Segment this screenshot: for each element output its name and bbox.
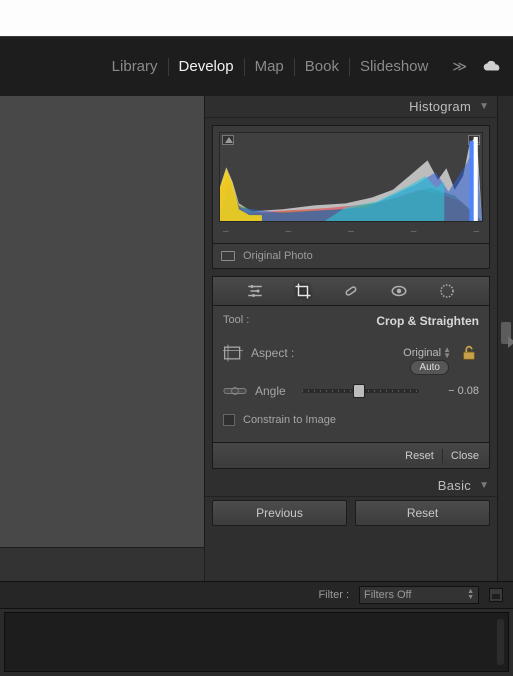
filmstrip[interactable] bbox=[4, 612, 509, 672]
basic-panel-header[interactable]: Basic ▼ bbox=[205, 475, 497, 497]
crop-tool-icon[interactable] bbox=[292, 280, 314, 302]
tool-name: Crop & Straighten bbox=[376, 314, 479, 328]
chevron-updown-icon: ▲▼ bbox=[443, 347, 451, 359]
preview-canvas[interactable] bbox=[0, 96, 205, 547]
cloud-sync-icon[interactable] bbox=[481, 60, 503, 74]
right-column: Histogram ▼ bbox=[205, 96, 513, 581]
panel-scrollbar[interactable] bbox=[497, 96, 513, 581]
heal-tool-icon[interactable] bbox=[340, 280, 362, 302]
module-map[interactable]: Map bbox=[245, 58, 295, 76]
histogram-panel-header[interactable]: Histogram ▼ bbox=[205, 96, 497, 118]
module-slideshow[interactable]: Slideshow bbox=[350, 58, 438, 76]
histogram-region-labels: – – – – – bbox=[219, 222, 483, 243]
angle-slider[interactable] bbox=[302, 389, 419, 393]
collapse-icon: ▼ bbox=[479, 480, 489, 491]
aspect-icon[interactable] bbox=[223, 344, 243, 362]
tick: – bbox=[411, 226, 417, 237]
panel-expand-arrow-icon[interactable] bbox=[508, 336, 513, 348]
histogram-title: Histogram bbox=[409, 99, 471, 114]
slider-thumb[interactable] bbox=[353, 384, 365, 398]
module-overflow-icon[interactable]: ≫ bbox=[448, 58, 471, 75]
histogram-panel: – – – – – bbox=[212, 125, 490, 244]
histogram-graph[interactable] bbox=[219, 132, 483, 222]
angle-value[interactable]: − 0.08 bbox=[435, 385, 479, 397]
tool-footer: Reset Close bbox=[212, 443, 490, 469]
module-library[interactable]: Library bbox=[102, 58, 169, 76]
constrain-row[interactable]: Constrain to Image bbox=[223, 414, 479, 426]
angle-label: Angle bbox=[255, 384, 286, 398]
tool-strip bbox=[212, 276, 490, 306]
constrain-checkbox[interactable] bbox=[223, 414, 235, 426]
tool-label: Tool : bbox=[223, 314, 249, 328]
angle-row: Auto Angle − 0.08 bbox=[223, 378, 479, 404]
tick: – bbox=[286, 226, 292, 237]
chevron-updown-icon: ▲▼ bbox=[467, 589, 474, 601]
previous-button[interactable]: Previous bbox=[212, 500, 347, 526]
module-develop[interactable]: Develop bbox=[169, 58, 245, 76]
histogram-svg bbox=[220, 133, 482, 221]
collapse-icon: ▼ bbox=[479, 101, 489, 112]
toolbar-strip-left bbox=[0, 547, 205, 581]
left-column bbox=[0, 96, 205, 581]
main-area: Histogram ▼ bbox=[0, 96, 513, 581]
tick: – bbox=[223, 226, 229, 237]
mask-tool-icon[interactable] bbox=[436, 280, 458, 302]
aspect-label: Aspect : bbox=[251, 346, 294, 360]
module-picker-bar: Library Develop Map Book Slideshow ≫ bbox=[0, 36, 513, 96]
window-top-strip bbox=[0, 0, 513, 36]
filter-bar: Filter : Filters Off ▲▼ bbox=[0, 581, 513, 609]
filter-toggle-switch[interactable] bbox=[489, 588, 503, 602]
tick: – bbox=[348, 226, 354, 237]
previous-reset-row: Previous Reset bbox=[212, 500, 490, 526]
crop-tool-panel: Tool : Crop & Straighten Aspect : Origin… bbox=[212, 306, 490, 443]
tick: – bbox=[473, 226, 479, 237]
redeye-tool-icon[interactable] bbox=[388, 280, 410, 302]
edit-tool-icon[interactable] bbox=[244, 280, 266, 302]
basic-title: Basic bbox=[438, 478, 471, 493]
level-icon[interactable] bbox=[223, 384, 247, 398]
auto-button[interactable]: Auto bbox=[410, 360, 449, 375]
filter-label: Filter : bbox=[318, 589, 349, 601]
original-photo-label: Original Photo bbox=[243, 250, 313, 262]
aspect-value-dropdown[interactable]: Original ▲▼ bbox=[403, 347, 451, 359]
divider bbox=[442, 449, 443, 463]
reset-button[interactable]: Reset bbox=[355, 500, 490, 526]
right-panels: Histogram ▼ bbox=[205, 96, 497, 581]
tool-close-button[interactable]: Close bbox=[451, 450, 479, 462]
tool-reset-button[interactable]: Reset bbox=[405, 450, 434, 462]
module-book[interactable]: Book bbox=[295, 58, 350, 76]
aspect-value-text: Original bbox=[403, 347, 441, 359]
filter-preset-dropdown[interactable]: Filters Off ▲▼ bbox=[359, 586, 479, 604]
filmstrip-scrollbar[interactable] bbox=[497, 619, 504, 665]
photo-meta-row: Original Photo bbox=[212, 244, 490, 269]
original-photo-icon bbox=[221, 251, 235, 261]
filter-value: Filters Off bbox=[364, 589, 411, 601]
module-list: Library Develop Map Book Slideshow bbox=[102, 58, 439, 76]
constrain-label: Constrain to Image bbox=[243, 414, 336, 426]
aspect-lock-icon[interactable] bbox=[459, 344, 479, 362]
